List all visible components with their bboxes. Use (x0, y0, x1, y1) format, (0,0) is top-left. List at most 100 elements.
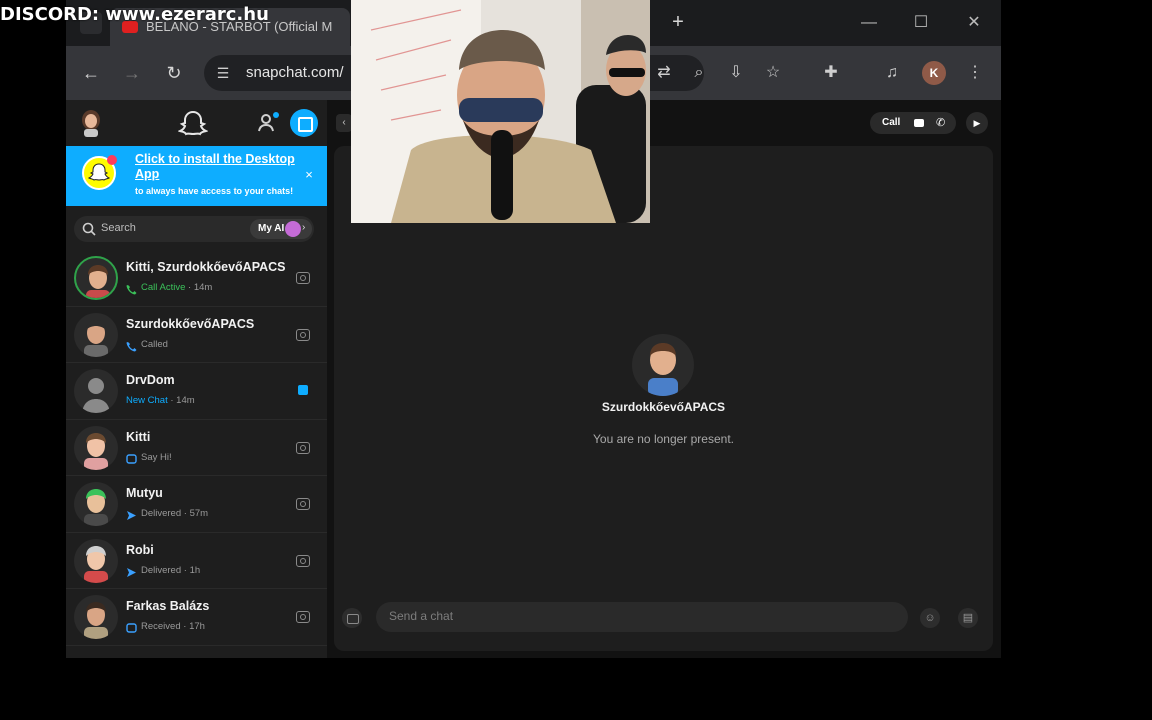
translate-icon[interactable]: ⇄ (651, 60, 677, 86)
collapse-sidebar-icon[interactable]: ‹ (336, 114, 352, 132)
bookmark-star-icon[interactable]: ☆ (760, 60, 786, 86)
search-icon (82, 222, 96, 236)
status-separator: · (185, 282, 194, 293)
snapchat-ghost-icon[interactable] (178, 108, 208, 138)
chat-row[interactable]: Kitti, SzurdokkőevőAPACS Call Active · 14… (66, 250, 327, 307)
my-ai-button[interactable]: My AI › (250, 219, 312, 239)
site-info-icon[interactable]: ☰ (214, 64, 232, 82)
chat-status-label: Delivered (141, 508, 182, 519)
new-chat-button[interactable] (290, 109, 318, 137)
chat-sidebar: Click to install the Desktop App to alwa… (66, 100, 327, 658)
presence-message: You are no longer present. (593, 432, 734, 446)
chat-name: Mutyu (126, 486, 163, 500)
chat-avatar[interactable] (74, 538, 118, 583)
chat-avatar[interactable] (74, 369, 118, 413)
notification-dot (107, 155, 117, 165)
my-ai-label: My AI (258, 223, 285, 234)
snapchat-logo-icon (82, 155, 117, 190)
status-separator: · (181, 564, 190, 576)
chat-time: 57m (189, 508, 209, 519)
chat-status-text: Say Hi! (141, 452, 172, 463)
emoji-button[interactable]: ☺ (920, 608, 940, 628)
video-call-icon[interactable] (914, 119, 924, 127)
maximize-button[interactable]: ☐ (906, 10, 936, 36)
banner-title[interactable]: Click to install the Desktop App (135, 152, 305, 182)
back-arrow-icon[interactable]: ← (78, 60, 104, 86)
discord-overlay-text: DISCORD: www.ezerarc.hu (0, 4, 269, 25)
call-label: Call (882, 117, 901, 128)
close-banner-icon[interactable]: × (302, 168, 316, 182)
stream-frame: BELANO - STARBOT (Official M + — ☐ ✕ ← →… (0, 0, 1152, 720)
chat-status-label: Delivered (141, 564, 182, 576)
search-bar[interactable]: Search My AI › (74, 216, 314, 242)
call-controls[interactable]: Call ✆ (870, 112, 956, 134)
chat-status-label: Received (141, 621, 181, 632)
install-app-icon[interactable]: ⇩ (723, 60, 749, 86)
chat-avatar[interactable] (74, 482, 118, 526)
message-composer: Send a chat ☺ ▤ (334, 602, 993, 634)
phone-outgoing-icon (126, 339, 137, 351)
sticker-button[interactable]: ▤ (958, 608, 978, 628)
play-icon[interactable]: ▶ (966, 112, 988, 134)
phone-icon (126, 282, 137, 295)
chat-status-label: Call Active (141, 282, 186, 293)
chat-name: SzurdokkőevőAPACS (126, 316, 255, 331)
profile-avatar[interactable]: K (922, 61, 946, 85)
voice-call-icon[interactable]: ✆ (936, 116, 945, 129)
chat-row[interactable]: Mutyu Delivered · 57m (66, 476, 327, 533)
chat-outline-icon (126, 452, 137, 464)
chat-row[interactable]: Robi Delivered · 1h (66, 533, 327, 589)
chat-status-text: Delivered · 1h (141, 565, 200, 576)
chat-name: DrvDom (126, 373, 175, 387)
zoom-icon[interactable]: ⌕ (686, 60, 712, 86)
chat-list: Kitti, SzurdokkőevőAPACS Call Active · 14… (66, 250, 327, 646)
chat-avatar[interactable] (74, 595, 118, 639)
more-menu-icon[interactable]: ⋮ (962, 60, 988, 86)
chat-avatar[interactable] (74, 256, 118, 300)
url-text: snapchat.com/ (246, 64, 344, 81)
arrow-icon (126, 565, 137, 577)
status-separator: · (180, 621, 190, 632)
forward-arrow-icon[interactable]: → (119, 60, 145, 86)
camera-icon[interactable] (296, 272, 310, 284)
chat-row[interactable]: Kitti Say Hi! (66, 420, 327, 476)
add-friend-icon[interactable] (255, 110, 281, 136)
arrow-icon (126, 508, 137, 520)
camera-icon[interactable] (296, 441, 310, 454)
chat-status-label: Called (141, 338, 168, 350)
friend-name: SzurdokkőevőAPACS (601, 400, 726, 414)
install-app-banner[interactable]: Click to install the Desktop App to alwa… (66, 146, 327, 206)
new-tab-button[interactable]: + (666, 10, 690, 34)
camera-button[interactable] (342, 608, 362, 628)
camera-icon[interactable] (296, 498, 310, 510)
banner-subtitle: to always have access to your chats! (135, 186, 294, 196)
extensions-icon[interactable]: ✚ (818, 60, 844, 86)
my-bitmoji-avatar[interactable] (78, 109, 104, 137)
sidebar-header (66, 100, 327, 146)
chevron-right-icon: › (302, 222, 306, 233)
chat-bubble-icon[interactable] (298, 385, 308, 395)
chat-time: 14m (193, 282, 213, 293)
minimize-button[interactable]: — (854, 10, 884, 36)
close-window-button[interactable]: ✕ (959, 10, 989, 36)
my-ai-avatar (285, 221, 301, 237)
chat-avatar[interactable] (74, 425, 118, 470)
chat-row[interactable]: DrvDom New Chat · 14m (66, 363, 327, 420)
chat-status-text: Call Active · 14m (141, 282, 212, 293)
chat-time: 17h (189, 621, 205, 632)
reload-icon[interactable]: ↻ (161, 60, 187, 86)
friend-bitmoji-avatar[interactable] (632, 334, 694, 396)
chat-name: Kitti, SzurdokkőevőAPACS (126, 260, 286, 274)
chat-row[interactable]: SzurdokkőevőAPACS Called (66, 307, 327, 363)
chat-input[interactable]: Send a chat (376, 602, 908, 632)
chat-name: Robi (126, 542, 154, 557)
chat-status-text: Received · 17h (141, 621, 205, 632)
media-control-icon[interactable]: ♫ (879, 60, 905, 86)
camera-icon[interactable] (296, 328, 310, 341)
chat-name: Farkas Balázs (126, 599, 210, 613)
camera-icon[interactable] (296, 554, 310, 567)
chat-row[interactable]: Farkas Balázs Received · 17h (66, 589, 327, 646)
chat-status-label: New Chat (126, 395, 168, 406)
camera-icon[interactable] (296, 611, 310, 623)
chat-avatar[interactable] (74, 312, 118, 357)
